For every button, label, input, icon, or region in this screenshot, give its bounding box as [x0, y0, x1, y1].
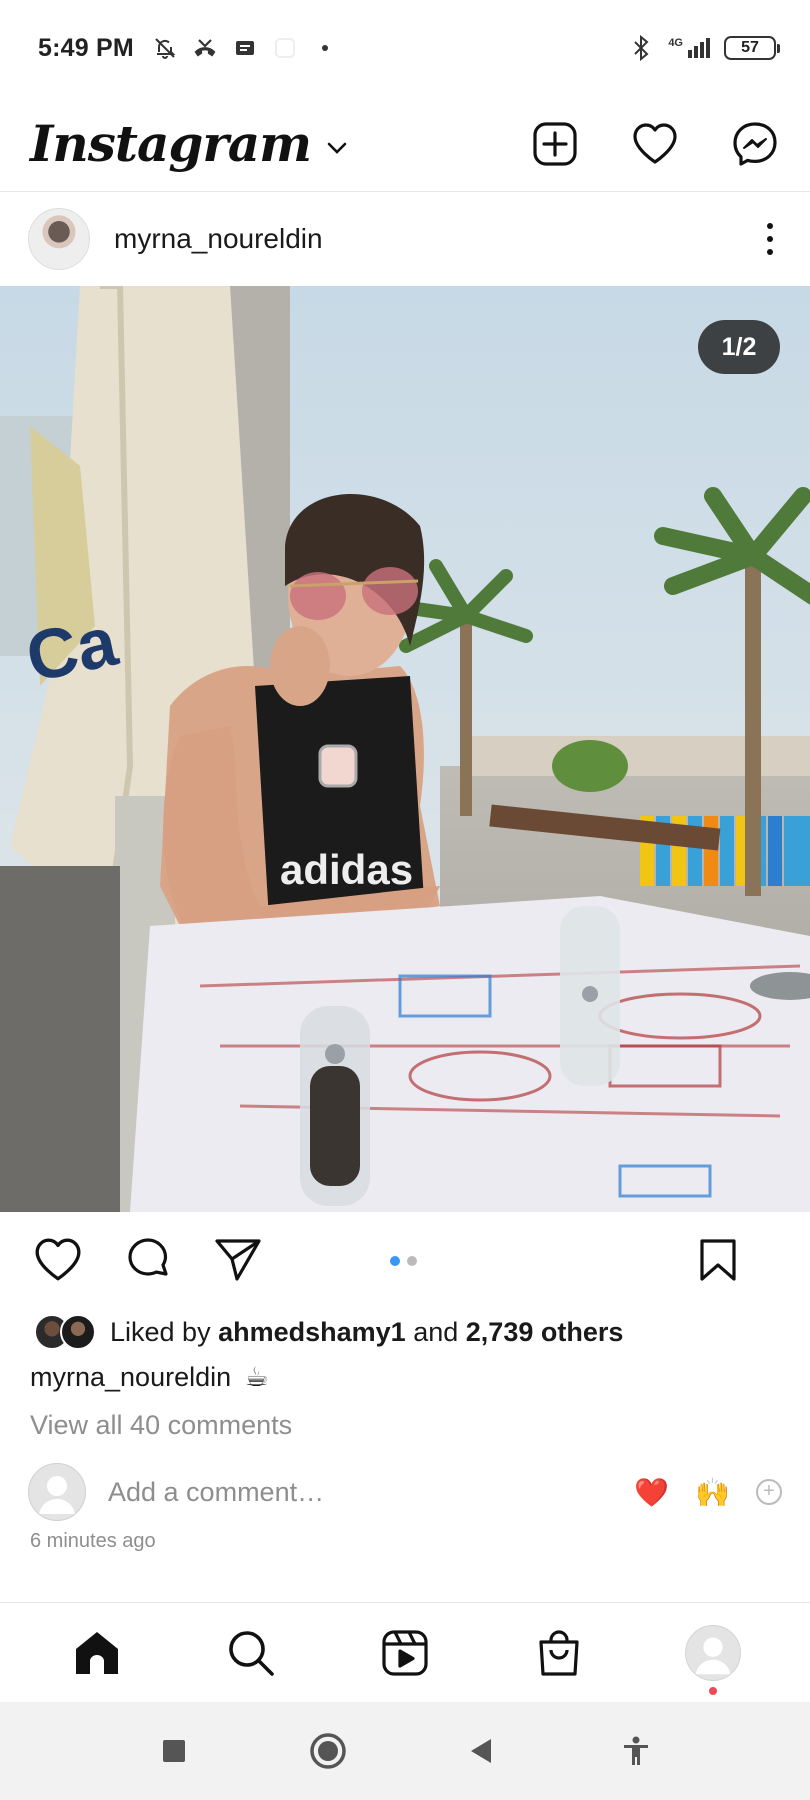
- dot-icon: [312, 35, 338, 61]
- likes-prefix: Liked by: [110, 1316, 211, 1347]
- add-reaction-icon[interactable]: +: [756, 1479, 782, 1505]
- caption-text: ☕: [244, 1362, 269, 1392]
- carousel-dots: [390, 1256, 417, 1266]
- post-photo: Ca adidas: [0, 286, 810, 1212]
- liker-avatars: [34, 1314, 96, 1350]
- search-icon[interactable]: [221, 1623, 281, 1683]
- heart-icon[interactable]: [630, 119, 680, 169]
- recents-square-icon[interactable]: [152, 1729, 196, 1773]
- app-icon: [272, 35, 298, 61]
- bottom-navigation: [0, 1602, 810, 1702]
- post-header: myrna_noureldin: [0, 192, 810, 286]
- liked-by-username[interactable]: ahmedshamy1: [218, 1317, 406, 1348]
- notification-dot: [709, 1686, 717, 1695]
- battery-level: 57: [741, 39, 759, 56]
- app-header: Instagram: [0, 96, 810, 192]
- likes-others-count[interactable]: 2,739 others: [466, 1317, 624, 1348]
- liker-avatar: [60, 1314, 96, 1350]
- shop-icon[interactable]: [529, 1623, 589, 1683]
- likes-row[interactable]: Liked by ahmedshamy1 and 2,739 others: [34, 1310, 623, 1354]
- post-author-avatar[interactable]: [28, 208, 90, 270]
- chevron-down-icon[interactable]: [325, 140, 349, 161]
- signal-icon: 4G: [668, 38, 710, 58]
- image-counter-badge: 1/2: [698, 320, 780, 374]
- view-all-comments-link[interactable]: View all 40 comments: [30, 1410, 292, 1441]
- bluetooth-icon: [628, 35, 654, 61]
- post-image[interactable]: Ca adidas 1/2: [0, 286, 810, 1212]
- add-comment-input[interactable]: Add a comment…: [108, 1477, 324, 1508]
- system-navigation-bar: [0, 1702, 810, 1800]
- caption: myrna_noureldin ☕: [30, 1362, 269, 1393]
- likes-and: and: [413, 1316, 459, 1347]
- accessibility-icon[interactable]: [614, 1729, 658, 1773]
- bookmark-icon[interactable]: [690, 1232, 746, 1288]
- message-icon: [232, 35, 258, 61]
- quick-reactions: ❤️ 🙌 +: [634, 1476, 782, 1509]
- instagram-logo[interactable]: Instagram: [30, 114, 312, 173]
- more-options-icon[interactable]: [758, 214, 782, 264]
- quick-react-heart[interactable]: ❤️: [634, 1476, 669, 1509]
- status-bar: 5:49 PM 4G 57: [0, 0, 810, 96]
- network-type: 4G: [668, 37, 683, 49]
- comment-icon[interactable]: [120, 1232, 176, 1288]
- home-icon[interactable]: [67, 1623, 127, 1683]
- caption-username[interactable]: myrna_noureldin: [30, 1362, 231, 1392]
- current-user-avatar: [28, 1463, 86, 1521]
- like-heart-icon[interactable]: [30, 1232, 86, 1288]
- new-post-icon[interactable]: [530, 119, 580, 169]
- messenger-icon[interactable]: [730, 119, 780, 169]
- reels-icon[interactable]: [375, 1623, 435, 1683]
- quick-react-raised-hands[interactable]: 🙌: [695, 1476, 730, 1509]
- profile-avatar: [685, 1624, 741, 1681]
- carousel-dot: [407, 1256, 417, 1266]
- post-action-bar: [0, 1222, 810, 1298]
- add-comment-row: Add a comment… ❤️ 🙌 +: [28, 1462, 782, 1522]
- share-paper-plane-icon[interactable]: [210, 1232, 266, 1288]
- home-circle-icon[interactable]: [306, 1729, 350, 1773]
- profile-tab[interactable]: [683, 1623, 743, 1695]
- missed-call-icon: [192, 35, 218, 61]
- post-timestamp: 6 minutes ago: [30, 1530, 156, 1552]
- muted-bell-icon: [152, 35, 178, 61]
- post-author-username[interactable]: myrna_noureldin: [114, 223, 323, 255]
- carousel-dot-active: [390, 1256, 400, 1266]
- svg-text:adidas: adidas: [280, 846, 413, 893]
- back-triangle-icon[interactable]: [460, 1729, 504, 1773]
- status-time: 5:49 PM: [38, 33, 134, 62]
- battery-indicator: 57: [724, 36, 780, 60]
